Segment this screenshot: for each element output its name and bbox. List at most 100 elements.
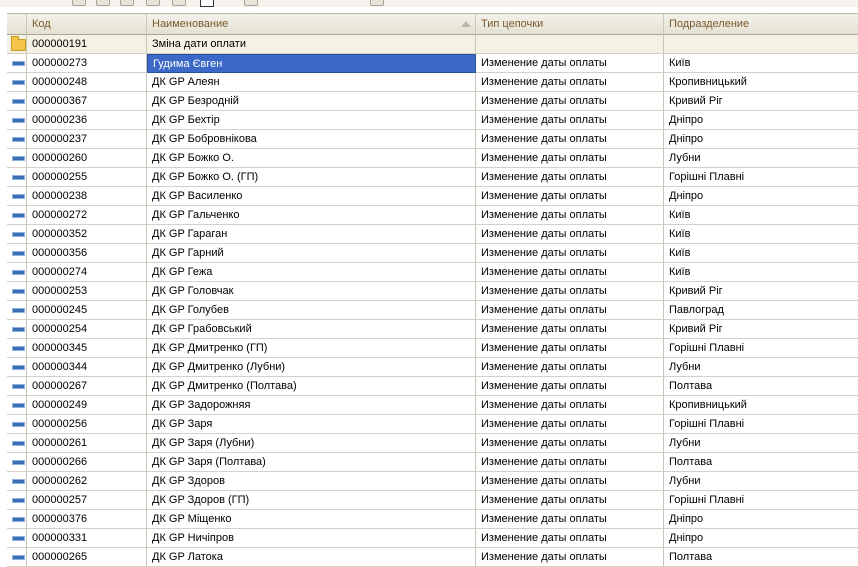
cell-chain-type: Изменение даты оплаты [476,510,664,529]
cell-name: Гудима Євген [147,54,476,73]
list-item-icon [12,460,25,465]
table-row[interactable]: 000000237 ДК GP Бобровнікова Изменение дат… [7,130,858,149]
toolbar-button-4[interactable] [146,0,160,6]
table-row[interactable]: 000000352 ДК GP Гараган Изменение даты опл… [7,225,858,244]
table-row[interactable]: 000000331 ДК GP Ничіпров Изменение даты оп… [7,529,858,548]
column-header-department[interactable]: Подразделение [664,14,858,35]
cell-name: ДК GP Бехтір [147,111,476,130]
table-row[interactable]: 000000265 ДК GP Латока Изменение даты опла… [7,548,858,567]
cell-department: Київ [664,263,858,282]
table-row[interactable]: 000000273 Гудима Євген Изменение даты опла… [7,54,858,73]
list-item-icon [12,308,25,313]
table-row[interactable]: 000000260 ДК GP Божко О. Изменение даты оп… [7,149,858,168]
table-row[interactable]: 000000376 ДК GP Міщенко Изменение даты опл… [7,510,858,529]
table-row[interactable]: 000000238 ДК GP Василенко Изменение даты о… [7,187,858,206]
row-icon-cell [7,225,27,244]
folder-icon [11,36,26,51]
cell-department: Полтава [664,453,858,472]
group-row[interactable]: 000000191 Зміна дати оплати [7,35,858,54]
list-item-icon [12,137,25,142]
row-icon-cell [7,529,27,548]
cell-department: Київ [664,244,858,263]
row-icon-cell [7,301,27,320]
column-header-code[interactable]: Код [27,14,147,35]
list-item-icon [12,365,25,370]
cell-code: 000000236 [27,111,147,130]
group-icon-cell [7,35,27,54]
cell-department: Горішні Плавні [664,491,858,510]
column-header-name-label: Наименование [152,18,229,30]
column-header-name[interactable]: Наименование [147,14,476,35]
list-item-icon [12,232,25,237]
list-item-icon [12,479,25,484]
list-item-icon [12,536,25,541]
row-icon-cell [7,320,27,339]
cell-chain-type: Изменение даты оплаты [476,206,664,225]
toolbar-button-2[interactable] [96,0,110,6]
toolbar-button-5[interactable] [172,0,186,6]
sort-ascending-icon [461,21,471,27]
catalog-table[interactable]: Код Наименование Тип цепочки Подразделен… [7,13,858,567]
table-row[interactable]: 000000262 ДК GP Здоров Изменение даты опла… [7,472,858,491]
table-row[interactable]: 000000272 ДК GP Гальченко Изменение даты о… [7,206,858,225]
cell-code: 000000260 [27,149,147,168]
list-item-icon [12,194,25,199]
cell-code: 000000245 [27,301,147,320]
cell-chain-type: Изменение даты оплаты [476,396,664,415]
toolbar-button-3[interactable] [120,0,134,6]
cell-department: Кропивницький [664,396,858,415]
row-icon-cell [7,510,27,529]
table-row[interactable]: 000000345 ДК GP Дмитренко (ГП) Изменение д… [7,339,858,358]
cell-department: Лубни [664,358,858,377]
cell-department: Дніпро [664,510,858,529]
cell-chain-type: Изменение даты оплаты [476,472,664,491]
cell-chain-type: Изменение даты оплаты [476,358,664,377]
cell-department: Кривий Ріг [664,92,858,111]
cell-name: ДК GP Дмитренко (ГП) [147,339,476,358]
cell-chain-type: Изменение даты оплаты [476,301,664,320]
cell-department: Дніпро [664,130,858,149]
list-item-icon [12,251,25,256]
table-row[interactable]: 000000274 ДК GP Гежа Изменение даты оплаты… [7,263,858,282]
cell-chain-type: Изменение даты оплаты [476,282,664,301]
cell-code: 000000345 [27,339,147,358]
row-icon-cell [7,396,27,415]
cell-name: ДК GP Божко О. (ГП) [147,168,476,187]
table-row[interactable]: 000000367 ДК GP Безродній Изменение даты о… [7,92,858,111]
cell-code: 000000266 [27,453,147,472]
cell-name: ДК GP Безродній [147,92,476,111]
column-header-chain-type[interactable]: Тип цепочки [476,14,664,35]
table-row[interactable]: 000000356 ДК GP Гарний Изменение даты опла… [7,244,858,263]
toolbar-button-7[interactable] [370,0,384,6]
table-header: Код Наименование Тип цепочки Подразделен… [7,14,858,35]
table-row[interactable]: 000000254 ДК GP Грабовський Изменение даты… [7,320,858,339]
row-icon-cell [7,130,27,149]
toolbar-input-box[interactable] [200,0,214,7]
cell-department: Київ [664,54,858,73]
row-icon-cell [7,54,27,73]
cell-chain-type: Изменение даты оплаты [476,415,664,434]
table-row[interactable]: 000000266 ДК GP Заря (Полтава) Изменение д… [7,453,858,472]
table-row[interactable]: 000000257 ДК GP Здоров (ГП) Изменение даты… [7,491,858,510]
table-row[interactable]: 000000267 ДК GP Дмитренко (Полтава) Измене… [7,377,858,396]
table-row[interactable]: 000000245 ДК GP Голубев Изменение даты опл… [7,301,858,320]
cell-code: 000000272 [27,206,147,225]
cell-name: ДК GP Грабовський [147,320,476,339]
table-row[interactable]: 000000236 ДК GP Бехтір Изменение даты опла… [7,111,858,130]
table-row[interactable]: 000000261 ДК GP Заря (Лубни) Изменение дат… [7,434,858,453]
toolbar-button-6[interactable] [244,0,258,6]
table-row[interactable]: 000000249 ДК GP Задорожняя Изменение даты … [7,396,858,415]
cell-department: Лубни [664,434,858,453]
table-row[interactable]: 000000344 ДК GP Дмитренко (Лубни) Изменени… [7,358,858,377]
table-row[interactable]: 000000248 ДК GP Алеян Изменение даты оплат… [7,73,858,92]
cell-chain-type: Изменение даты оплаты [476,339,664,358]
cell-code: 000000261 [27,434,147,453]
table-row[interactable]: 000000256 ДК GP Заря Изменение даты оплаты… [7,415,858,434]
table-row[interactable]: 000000253 ДК GP Головчак Изменение даты оп… [7,282,858,301]
cell-name: ДК GP Голубев [147,301,476,320]
row-icon-cell [7,491,27,510]
cell-name: ДК GP Божко О. [147,149,476,168]
list-item-icon [12,403,25,408]
toolbar-button-1[interactable] [72,0,86,6]
table-row[interactable]: 000000255 ДК GP Божко О. (ГП) Изменение да… [7,168,858,187]
